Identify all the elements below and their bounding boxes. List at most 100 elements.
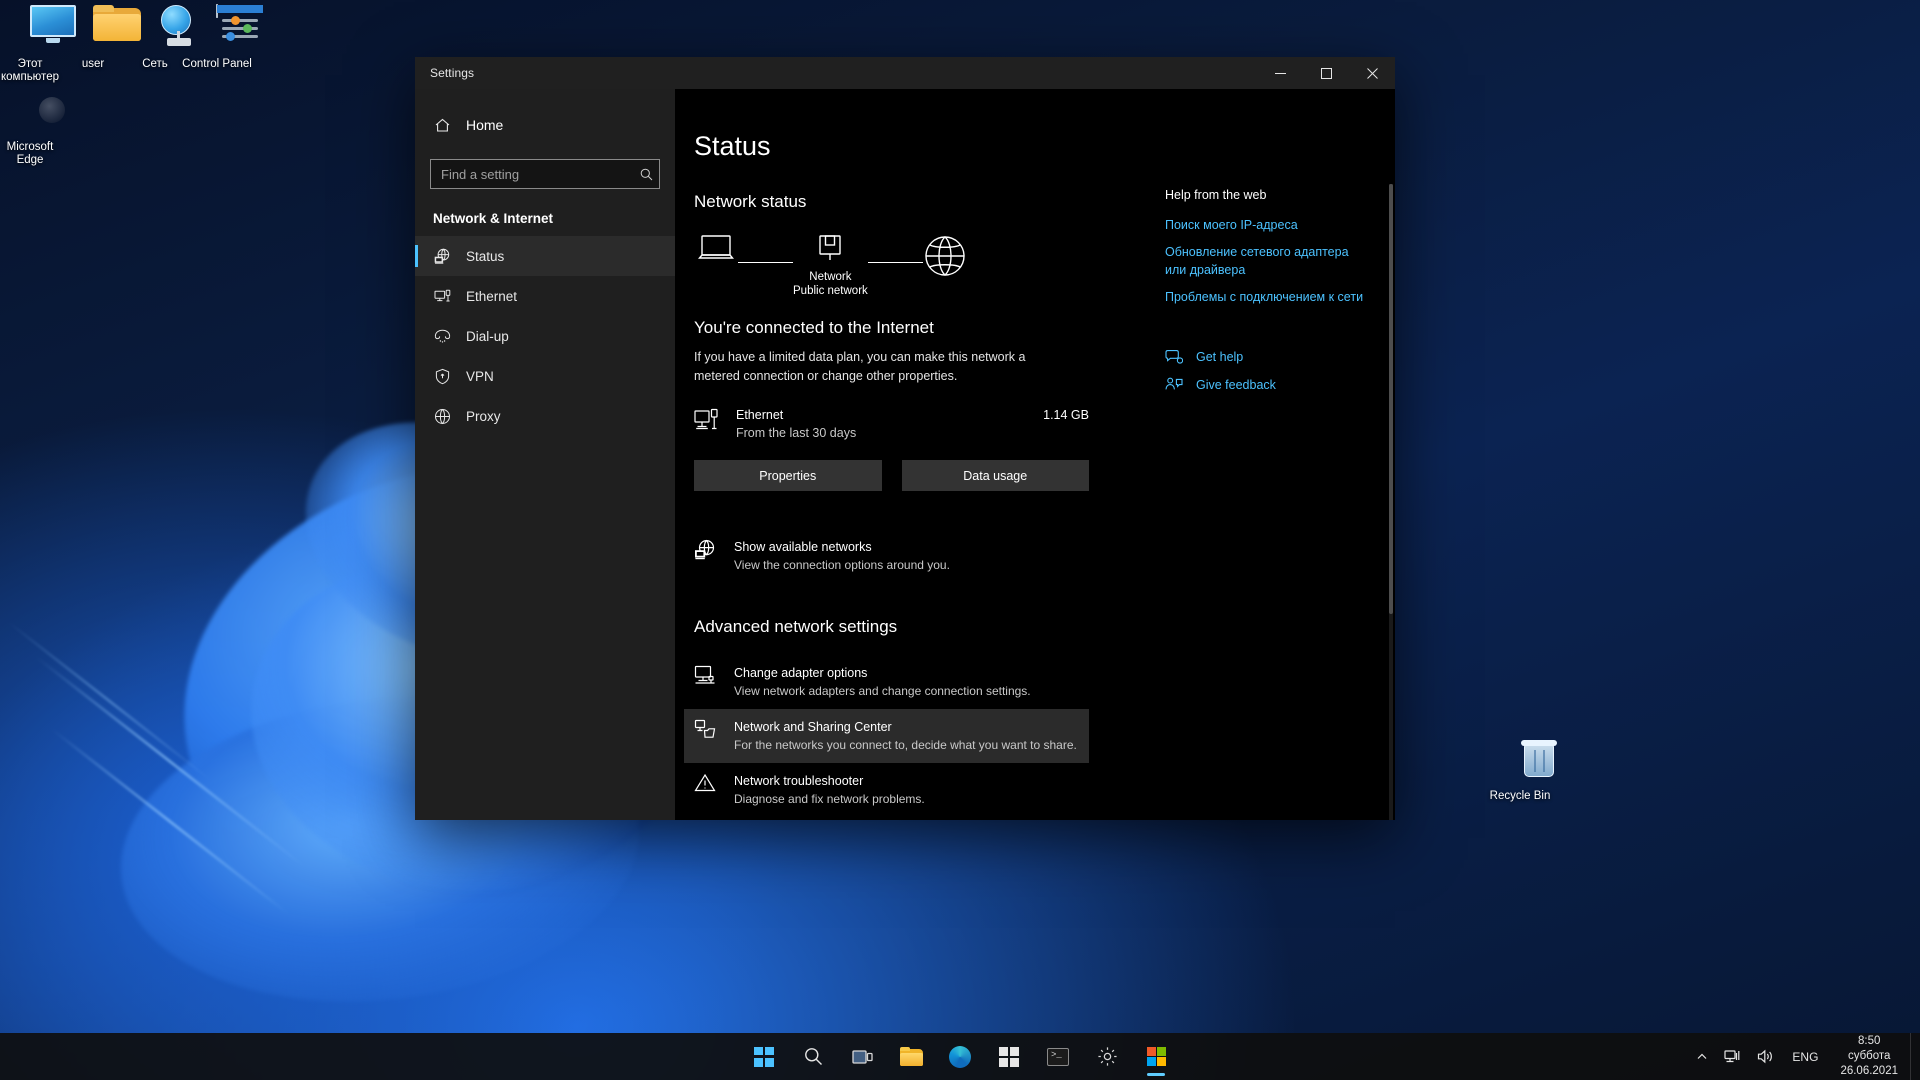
scrollbar-thumb[interactable] xyxy=(1389,184,1393,614)
data-usage-button[interactable]: Data usage xyxy=(901,460,1089,491)
desktop: Этот компьютер user Сеть Control Panel M… xyxy=(0,0,1920,1080)
search-icon[interactable] xyxy=(633,168,659,181)
dialup-icon xyxy=(433,327,451,345)
edge-button[interactable] xyxy=(940,1037,980,1077)
volume-tray-button[interactable] xyxy=(1749,1033,1782,1080)
minimize-button[interactable] xyxy=(1257,57,1303,89)
search-icon xyxy=(804,1048,822,1065)
clock-time: 8:50 xyxy=(1858,1035,1881,1047)
network-sharing-center-item[interactable]: Network and Sharing Center For the netwo… xyxy=(684,709,1089,763)
advanced-settings-heading: Advanced network settings xyxy=(694,617,898,636)
taskbar-apps xyxy=(744,1037,1176,1077)
main-content: Status Network status Network Public net… xyxy=(675,89,1395,820)
sidebar: Home Network & Internet xyxy=(415,89,675,820)
sidebar-item-dial-up[interactable]: Dial-up xyxy=(415,316,675,356)
advanced-item-subtitle: Diagnose and fix network problems. xyxy=(734,792,925,806)
window-body: Home Network & Internet xyxy=(415,89,1395,820)
properties-button[interactable]: Properties xyxy=(694,460,882,491)
sidebar-item-proxy[interactable]: Proxy xyxy=(415,396,675,436)
window-titlebar[interactable]: Settings xyxy=(415,57,1395,89)
get-help-action[interactable]: Get help xyxy=(1165,349,1395,365)
show-available-networks-item[interactable]: Show available networks View the connect… xyxy=(684,529,1089,583)
sidebar-item-ethernet[interactable]: Ethernet xyxy=(415,276,675,316)
adapter-subtitle: From the last 30 days xyxy=(736,426,857,440)
connected-heading: You're connected to the Internet xyxy=(694,318,934,337)
network-status-heading: Network status xyxy=(694,192,807,211)
diagram-link-1 xyxy=(738,262,793,263)
network-troubleshooter-item[interactable]: Network troubleshooter Diagnose and fix … xyxy=(684,763,1089,817)
give-feedback-label: Give feedback xyxy=(1196,378,1276,392)
microsoft-store-button[interactable] xyxy=(989,1037,1029,1077)
content-columns: Status Network status Network Public net… xyxy=(675,89,1395,820)
help-heading: Help from the web xyxy=(1165,188,1267,202)
clock-date: 26.06.2021 xyxy=(1840,1065,1898,1077)
show-networks-text: Show available networks View the connect… xyxy=(734,538,950,574)
change-adapter-text: Change adapter options View network adap… xyxy=(734,664,1031,700)
diagram-network-label: Network Public network xyxy=(793,271,868,297)
file-explorer-button[interactable] xyxy=(891,1037,931,1077)
control-panel-icon xyxy=(171,4,263,53)
desktop-icon-control-panel[interactable]: Control Panel xyxy=(171,4,263,71)
desktop-icon-microsoft-edge[interactable]: Microsoft Edge xyxy=(0,88,76,167)
main-scrollbar[interactable] xyxy=(1389,184,1393,820)
task-view-button[interactable] xyxy=(842,1037,882,1077)
sidebar-category-title: Network & Internet xyxy=(433,211,554,226)
show-hidden-icons-button[interactable] xyxy=(1688,1033,1716,1080)
search-input[interactable] xyxy=(431,160,633,188)
change-adapter-options-item[interactable]: Change adapter options View network adap… xyxy=(684,655,1089,709)
diagram-network-node: Network Public network xyxy=(793,234,868,298)
sidebar-item-home[interactable]: Home xyxy=(415,105,675,145)
network-switch-icon xyxy=(819,235,842,260)
recycle-bin-icon xyxy=(1474,737,1566,785)
maximize-icon xyxy=(1320,67,1332,79)
settings-alt-button[interactable] xyxy=(1087,1037,1127,1077)
give-feedback-action[interactable]: Give feedback xyxy=(1165,377,1395,393)
close-icon xyxy=(1366,67,1378,79)
desktop-icon-label: Microsoft xyxy=(6,141,54,153)
system-tray: ENG 8:50 суббота 26.06.2021 xyxy=(1688,1033,1920,1080)
give-feedback-icon xyxy=(1165,377,1185,393)
desktop-icon-label: компьютер xyxy=(1,71,59,83)
advanced-item-title: Network and Sharing Center xyxy=(734,720,892,734)
settings-app-button[interactable] xyxy=(1136,1037,1176,1077)
help-link-update-adapter[interactable]: Обновление сетевого адаптера или драйвер… xyxy=(1165,243,1360,279)
search-container xyxy=(415,145,675,189)
close-button[interactable] xyxy=(1349,57,1395,89)
sidebar-home-label: Home xyxy=(466,117,504,133)
minimize-icon xyxy=(1274,72,1286,74)
help-link-ip-address[interactable]: Поиск моего IP-адреса xyxy=(1165,216,1395,234)
start-button[interactable] xyxy=(744,1037,784,1077)
taskbar-search-button[interactable] xyxy=(793,1037,833,1077)
desktop-icon-recycle-bin[interactable]: Recycle Bin xyxy=(1474,737,1566,803)
network-diagram: Network Public network xyxy=(694,234,1089,306)
sidebar-item-label: Dial-up xyxy=(466,328,509,344)
show-desktop-button[interactable] xyxy=(1910,1033,1920,1080)
adapter-name: Ethernet xyxy=(736,408,784,422)
desktop-icon-label: Control Panel xyxy=(182,58,252,70)
available-networks-icon xyxy=(694,538,720,566)
edge-icon xyxy=(0,88,76,136)
links-spacer xyxy=(694,817,1089,820)
chevron-up-icon xyxy=(1697,1053,1707,1059)
edge-icon xyxy=(949,1045,971,1068)
sharing-center-text: Network and Sharing Center For the netwo… xyxy=(734,718,1077,754)
settings-app-icon xyxy=(1146,1047,1166,1066)
adapter-usage: 1.14 GB xyxy=(1043,408,1089,422)
sidebar-item-label: Proxy xyxy=(466,408,501,424)
taskbar-clock[interactable]: 8:50 суббота 26.06.2021 xyxy=(1828,1033,1910,1080)
adapter-buttons: Properties Data usage xyxy=(694,460,1089,491)
sidebar-item-label: Status xyxy=(466,248,505,264)
adapter-monitor-icon xyxy=(694,664,720,690)
column-gap xyxy=(1089,131,1165,820)
language-indicator[interactable]: ENG xyxy=(1782,1033,1828,1080)
terminal-button[interactable] xyxy=(1038,1037,1078,1077)
sidebar-item-label: Ethernet xyxy=(466,288,518,304)
help-link-connection-problems[interactable]: Проблемы с подключением к сети xyxy=(1165,288,1395,306)
sidebar-item-vpn[interactable]: VPN xyxy=(415,356,675,396)
maximize-button[interactable] xyxy=(1303,57,1349,89)
search-box[interactable] xyxy=(430,159,660,189)
network-tray-button[interactable] xyxy=(1716,1033,1749,1080)
sidebar-item-label: VPN xyxy=(466,368,494,384)
desktop-icon-label: Этот xyxy=(17,58,43,70)
sidebar-item-status[interactable]: Status xyxy=(415,236,675,276)
